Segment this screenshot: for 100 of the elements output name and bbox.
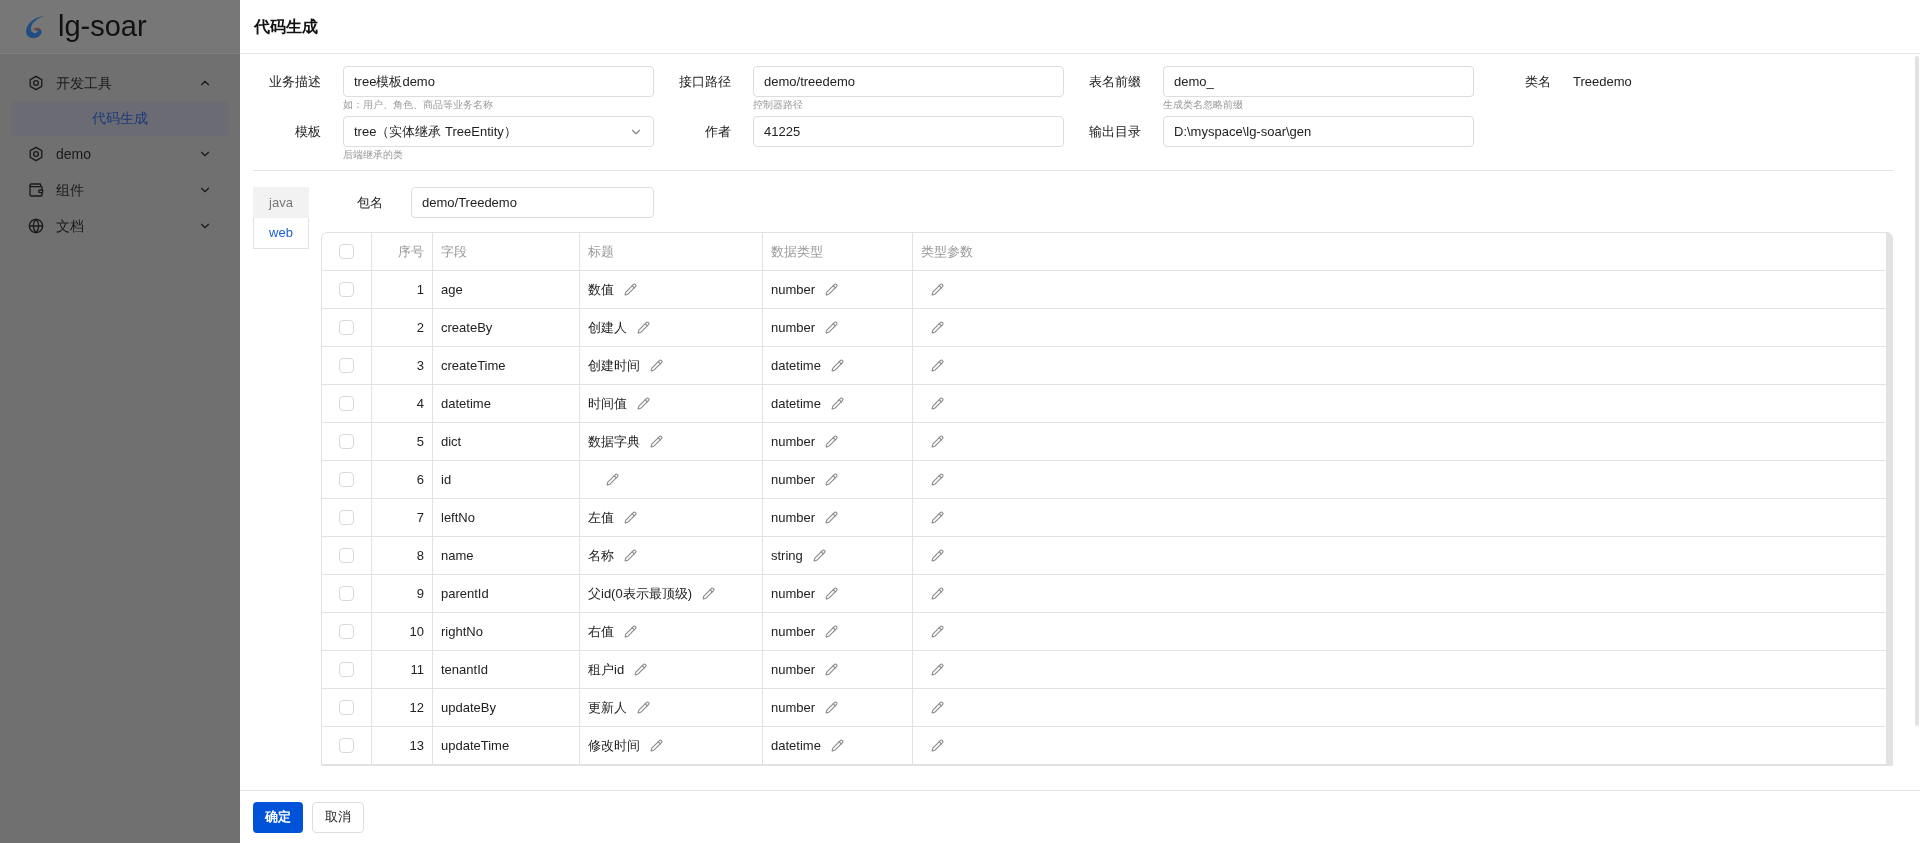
pencil-icon[interactable] bbox=[931, 435, 944, 448]
text-field[interactable]: demo/treedemo bbox=[753, 66, 1064, 97]
menu-item[interactable]: 组件 bbox=[0, 172, 240, 208]
hexagon-nut-icon bbox=[28, 75, 44, 91]
pencil-icon[interactable] bbox=[624, 625, 637, 638]
checkbox[interactable] bbox=[339, 320, 354, 335]
checkbox[interactable] bbox=[339, 700, 354, 715]
checkbox[interactable] bbox=[339, 358, 354, 373]
field-name: leftNo bbox=[441, 508, 475, 527]
pencil-icon[interactable] bbox=[825, 701, 839, 714]
help-text: 如：用户、角色、商品等业务名称 bbox=[343, 98, 494, 112]
data-type: number bbox=[771, 432, 816, 451]
data-type: number bbox=[771, 660, 816, 679]
column-header: 字段 bbox=[433, 233, 580, 270]
menu-item[interactable]: demo bbox=[0, 136, 240, 172]
field-name: id bbox=[441, 470, 452, 489]
checkbox[interactable] bbox=[339, 586, 354, 601]
pencil-icon[interactable] bbox=[931, 701, 944, 714]
app-logo-text: lg-soar bbox=[58, 12, 147, 41]
pencil-icon[interactable] bbox=[931, 549, 944, 562]
row-number: 2 bbox=[416, 318, 424, 337]
checkbox[interactable] bbox=[339, 510, 354, 525]
checkbox[interactable] bbox=[339, 548, 354, 563]
field-title: 名称 bbox=[588, 546, 614, 565]
checkbox[interactable] bbox=[339, 282, 354, 297]
pencil-icon[interactable] bbox=[931, 739, 944, 752]
pencil-icon[interactable] bbox=[931, 587, 944, 600]
pencil-icon[interactable] bbox=[825, 663, 839, 676]
row-number: 9 bbox=[416, 584, 424, 603]
checkbox[interactable] bbox=[339, 244, 354, 259]
data-type: number bbox=[771, 622, 816, 641]
pencil-icon[interactable] bbox=[931, 397, 944, 410]
field-label: 类名 bbox=[1524, 73, 1552, 91]
pencil-icon[interactable] bbox=[931, 321, 944, 334]
pencil-icon[interactable] bbox=[830, 359, 844, 372]
row-number: 13 bbox=[409, 736, 424, 755]
pencil-icon[interactable] bbox=[637, 397, 650, 410]
pencil-icon[interactable] bbox=[812, 549, 826, 562]
pencil-icon[interactable] bbox=[637, 321, 650, 334]
pencil-icon[interactable] bbox=[825, 321, 839, 334]
row-number: 1 bbox=[416, 280, 424, 299]
text-field[interactable]: tree模板demo bbox=[343, 66, 654, 97]
pencil-icon[interactable] bbox=[830, 739, 844, 752]
logo-icon bbox=[24, 13, 46, 40]
pencil-icon[interactable] bbox=[825, 473, 839, 486]
help-text: 后端继承的类 bbox=[343, 148, 404, 162]
field-title: 租户id bbox=[588, 660, 625, 679]
checkbox[interactable] bbox=[339, 662, 354, 677]
pencil-icon[interactable] bbox=[650, 359, 663, 372]
checkbox[interactable] bbox=[339, 396, 354, 411]
tab[interactable]: java bbox=[253, 187, 309, 218]
pencil-icon[interactable] bbox=[606, 473, 619, 486]
pencil-icon[interactable] bbox=[825, 283, 839, 296]
pencil-icon[interactable] bbox=[650, 435, 663, 448]
pencil-icon[interactable] bbox=[634, 663, 648, 676]
field-label: 输出目录 bbox=[1088, 123, 1142, 141]
text-field[interactable]: D:\myspace\lg-soar\gen bbox=[1163, 116, 1474, 147]
row-number: 7 bbox=[416, 508, 424, 527]
text-field[interactable]: demo/Treedemo bbox=[411, 187, 654, 218]
checkbox[interactable] bbox=[339, 472, 354, 487]
pencil-icon[interactable] bbox=[702, 587, 715, 600]
select-field[interactable]: tree（实体继承 TreeEntity） bbox=[343, 116, 654, 147]
pencil-icon[interactable] bbox=[825, 511, 839, 524]
pencil-icon[interactable] bbox=[931, 359, 944, 372]
pencil-icon[interactable] bbox=[931, 663, 944, 676]
field-title: 数值 bbox=[588, 280, 614, 299]
pencil-icon[interactable] bbox=[830, 397, 844, 410]
data-type: number bbox=[771, 470, 816, 489]
pencil-icon[interactable] bbox=[931, 625, 944, 638]
checkbox[interactable] bbox=[339, 434, 354, 449]
menu-item[interactable]: 开发工具 bbox=[0, 65, 240, 101]
pencil-icon[interactable] bbox=[825, 435, 839, 448]
cancel-button[interactable]: 取消 bbox=[312, 801, 364, 833]
pencil-icon[interactable] bbox=[825, 587, 839, 600]
menu-item[interactable]: 文档 bbox=[0, 208, 240, 244]
field-title: 时间值 bbox=[588, 394, 627, 413]
text-field[interactable]: demo_ bbox=[1163, 66, 1474, 97]
confirm-button[interactable]: 确定 bbox=[253, 801, 303, 833]
text-field[interactable]: 41225 bbox=[753, 116, 1064, 147]
scrollbar[interactable] bbox=[1886, 233, 1892, 765]
checkbox[interactable] bbox=[339, 624, 354, 639]
field-label: 包名 bbox=[356, 193, 384, 212]
field-name: name bbox=[441, 546, 474, 565]
column-header: 类型参数 bbox=[920, 242, 974, 261]
pencil-icon[interactable] bbox=[637, 701, 650, 714]
tab[interactable]: web bbox=[253, 218, 309, 249]
pencil-icon[interactable] bbox=[624, 283, 637, 296]
help-text: 控制器路径 bbox=[753, 98, 804, 112]
pencil-icon[interactable] bbox=[931, 283, 944, 296]
pencil-icon[interactable] bbox=[825, 625, 839, 638]
pencil-icon[interactable] bbox=[624, 549, 637, 562]
checkbox[interactable] bbox=[339, 738, 354, 753]
pencil-icon[interactable] bbox=[931, 511, 944, 524]
pencil-icon[interactable] bbox=[650, 739, 663, 752]
data-type: string bbox=[771, 546, 803, 565]
field-title: 数据字典 bbox=[588, 432, 640, 451]
field-name: createBy bbox=[441, 318, 493, 337]
pencil-icon[interactable] bbox=[624, 511, 637, 524]
data-type: number bbox=[771, 508, 816, 527]
pencil-icon[interactable] bbox=[931, 473, 944, 486]
